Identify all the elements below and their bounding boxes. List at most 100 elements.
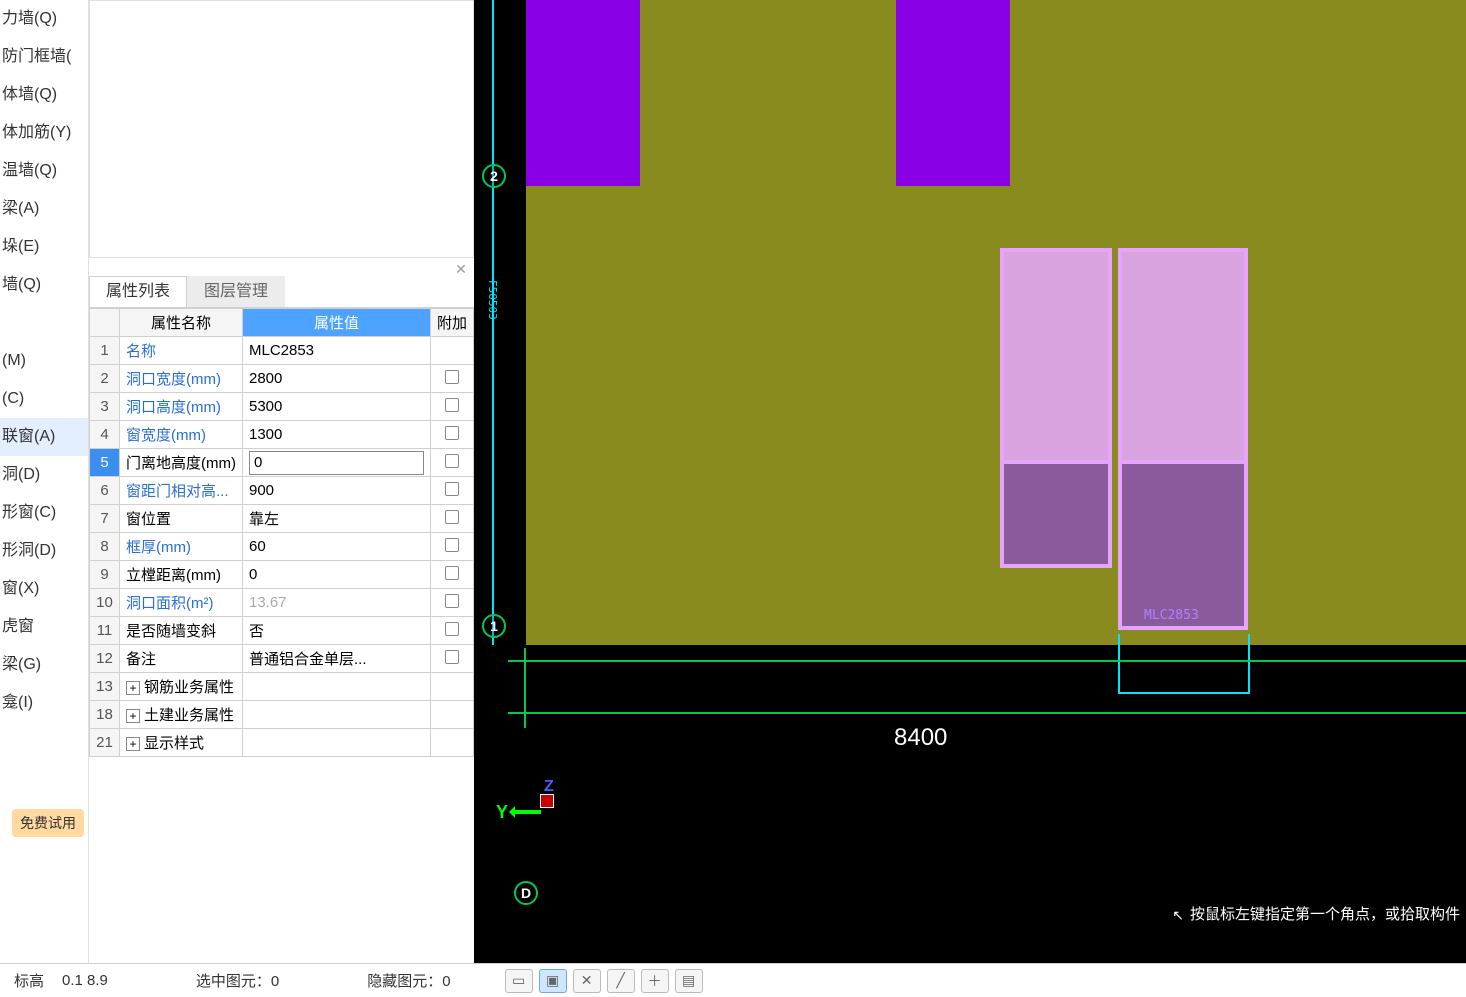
property-name: 是否随墙变斜 [120,617,243,645]
axis-arrow-icon [511,810,541,814]
expand-icon[interactable]: + [126,681,140,695]
free-trial-button[interactable]: 免费试用 [12,809,84,837]
checkbox[interactable] [445,370,459,384]
row-number: 8 [90,533,120,561]
canvas-hint: ↖ 按鼠标左键指定第一个角点，或拾取构件 [1166,901,1466,929]
checkbox[interactable] [445,510,459,524]
extra-cell [430,533,473,561]
checkbox[interactable] [445,622,459,636]
sidebar-item[interactable]: 窗(X) [0,570,88,608]
tool-window-icon[interactable]: ▣ [539,969,567,993]
row-number: 9 [90,561,120,589]
sidebar-item[interactable]: 墙(Q) [0,266,88,304]
table-row[interactable]: 9立樘距离(mm)0 [90,561,474,589]
property-name: 窗位置 [120,505,243,533]
close-icon[interactable]: ✕ [454,262,468,276]
view-tools: ▭ ▣ ✕ ╱ ＋ ▤ [505,969,703,993]
property-value[interactable]: 靠左 [242,505,430,533]
property-value[interactable]: 900 [242,477,430,505]
door-swing-arc [1118,692,1250,694]
status-hidden: 隐藏图元：0 [353,970,464,991]
table-row[interactable]: 8框厚(mm)60 [90,533,474,561]
property-value[interactable] [242,449,430,477]
tool-select-icon[interactable]: ▭ [505,969,533,993]
property-value[interactable] [242,729,430,757]
property-value[interactable]: 1300 [242,421,430,449]
property-value[interactable] [242,701,430,729]
table-row[interactable]: 6窗距门相对高...900 [90,477,474,505]
property-value[interactable]: 0 [242,561,430,589]
sidebar-item[interactable]: 梁(G) [0,646,88,684]
table-row[interactable]: 3洞口高度(mm)5300 [90,393,474,421]
sidebar-item[interactable]: 龛(I) [0,684,88,722]
expand-icon[interactable]: + [126,709,140,723]
property-name: +土建业务属性 [120,701,243,729]
tab-layers[interactable]: 图层管理 [187,276,285,307]
expand-icon[interactable]: + [126,737,140,751]
sidebar-item[interactable]: 温墙(Q) [0,152,88,190]
coordinate-origin: Z Y [496,802,508,823]
checkbox[interactable] [445,398,459,412]
tool-line-icon[interactable]: ╱ [607,969,635,993]
door-swing-line [1248,634,1250,694]
hint-text: 按鼠标左键指定第一个角点，或拾取构件 [1190,901,1460,929]
axis-marker-2: 2 [482,164,506,188]
sidebar-item[interactable]: (M) [0,342,88,380]
row-number: 7 [90,505,120,533]
sidebar-item[interactable]: 形窗(C) [0,494,88,532]
sidebar-item[interactable]: 联窗(A) [0,418,88,456]
panel-tabs: 属性列表 图层管理 [89,276,474,308]
table-row[interactable]: 11是否随墙变斜否 [90,617,474,645]
property-value[interactable]: 60 [242,533,430,561]
column-block [526,0,640,186]
checkbox[interactable] [445,482,459,496]
property-value[interactable]: 普通铝合金单层... [242,645,430,673]
checkbox[interactable] [445,538,459,552]
value-input[interactable] [249,451,424,475]
property-value[interactable]: 5300 [242,393,430,421]
sidebar-item[interactable]: 体加筋(Y) [0,114,88,152]
sidebar-item[interactable]: 体墙(Q) [0,76,88,114]
property-name: 名称 [120,337,243,365]
sidebar-item[interactable]: 形洞(D) [0,532,88,570]
property-value[interactable]: 2800 [242,365,430,393]
table-row[interactable]: 4窗宽度(mm)1300 [90,421,474,449]
checkbox[interactable] [445,454,459,468]
checkbox[interactable] [445,566,459,580]
table-row[interactable]: 13+钢筋业务属性 [90,673,474,701]
tool-layers-icon[interactable]: ▤ [675,969,703,993]
sidebar-item[interactable]: 洞(D) [0,456,88,494]
table-row[interactable]: 2洞口宽度(mm)2800 [90,365,474,393]
sidebar-item[interactable]: 梁(A) [0,190,88,228]
row-number: 6 [90,477,120,505]
property-name: 洞口面积(m²) [120,589,243,617]
table-row[interactable]: 12备注普通铝合金单层... [90,645,474,673]
checkbox[interactable] [445,650,459,664]
property-value[interactable]: 13.67 [242,589,430,617]
table-row[interactable]: 1名称MLC2853 [90,337,474,365]
checkbox[interactable] [445,426,459,440]
drawing-canvas[interactable]: 2 1 D 8400 MLC2853 F50503 Z Y ↖ 按鼠标左键指定第… [474,0,1466,963]
tool-cross-icon[interactable]: ✕ [573,969,601,993]
sidebar-item[interactable]: 垛(E) [0,228,88,266]
sidebar-item[interactable]: 虎窗 [0,608,88,646]
sidebar-item[interactable]: 防门框墙( [0,38,88,76]
tool-add-icon[interactable]: ＋ [641,969,669,993]
sidebar-item[interactable]: 力墙(Q) [0,0,88,38]
axis-marker-1: 1 [482,614,506,638]
sidebar-item[interactable]: (C) [0,380,88,418]
property-value[interactable]: 否 [242,617,430,645]
table-row[interactable]: 5门离地高度(mm) [90,449,474,477]
table-row[interactable]: 21+显示样式 [90,729,474,757]
table-row[interactable]: 7窗位置靠左 [90,505,474,533]
property-value[interactable]: MLC2853 [242,337,430,365]
origin-cube-icon [540,794,554,808]
table-row[interactable]: 10洞口面积(m²)13.67 [90,589,474,617]
extra-cell [430,617,473,645]
tab-properties[interactable]: 属性列表 [89,276,187,307]
checkbox[interactable] [445,594,459,608]
row-number: 1 [90,337,120,365]
property-value[interactable] [242,673,430,701]
table-row[interactable]: 18+土建业务属性 [90,701,474,729]
row-number: 13 [90,673,120,701]
